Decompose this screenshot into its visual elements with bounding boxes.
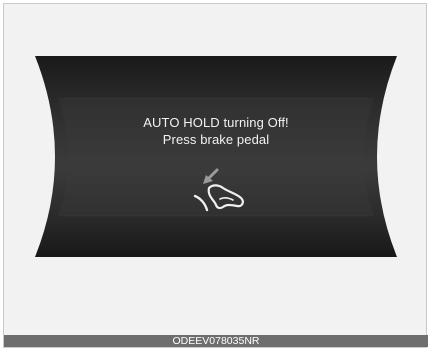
figure-code-caption: ODEEV078035NR: [4, 335, 428, 347]
figure-frame: AUTO HOLD turning Off! Press brake pedal…: [3, 3, 428, 348]
brake-pedal-press-icon: [193, 168, 244, 212]
warning-message: AUTO HOLD turning Off! Press brake pedal: [66, 114, 366, 148]
message-line-2: Press brake pedal: [162, 132, 270, 147]
message-line-1: AUTO HOLD turning Off!: [143, 115, 289, 130]
